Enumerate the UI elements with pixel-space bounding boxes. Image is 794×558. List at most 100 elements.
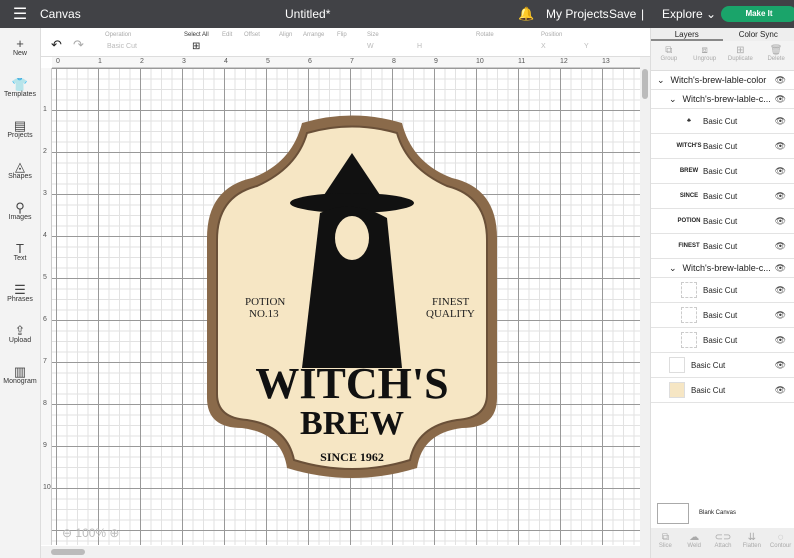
arrange-button[interactable]: Arrange (303, 32, 324, 38)
sidebar-item-upload[interactable]: ⇪Upload (0, 315, 40, 356)
save-button[interactable]: Save (609, 7, 636, 21)
ruler-tick-label: 0 (56, 58, 60, 65)
layer-thumbnail: BREW (681, 163, 697, 179)
eye-icon[interactable]: 👁 (775, 360, 786, 371)
make-it-button[interactable]: Make It (721, 6, 794, 22)
text-icon: T (0, 241, 40, 255)
eye-icon[interactable]: 👁 (775, 310, 786, 321)
sidebar-item-new[interactable]: +New (0, 28, 40, 69)
x-input[interactable]: X (541, 43, 546, 50)
ruler-tick-label: 12 (560, 58, 568, 65)
layer-group[interactable]: ⌄ Witch's-brew-lable-c... 👁 (651, 90, 794, 109)
sidebar-item-images[interactable]: ⚲Images (0, 192, 40, 233)
sidebar-item-monogram[interactable]: ▥Monogram (0, 356, 40, 397)
sidebar-item-shapes[interactable]: ◬Shapes (0, 151, 40, 192)
eye-icon[interactable]: 👁 (775, 191, 786, 202)
layer-thumbnail: SINCE (681, 188, 697, 204)
eye-icon[interactable]: 👁 (775, 385, 786, 396)
undo-icon[interactable]: ↶ (51, 37, 62, 53)
ruler-tick-label: 3 (43, 190, 47, 197)
tool-label: Slice (659, 543, 672, 549)
top-bar: ☰ Canvas Untitled* 🔔 My Projects Save | … (0, 0, 794, 28)
width-input[interactable]: W (367, 43, 374, 50)
sidebar-item-templates[interactable]: 👕Templates (0, 69, 40, 110)
eye-icon[interactable]: 👁 (775, 216, 786, 227)
edit-button[interactable]: Edit (222, 32, 232, 38)
attach-button[interactable]: ⊂⊃Attach (709, 528, 738, 558)
layer-item[interactable]: FINESTBasic Cut👁 (651, 234, 794, 259)
size-label: Size (367, 32, 379, 38)
slice-button[interactable]: ⧉Slice (651, 528, 680, 558)
eye-icon[interactable]: 👁 (775, 116, 786, 127)
contour-button[interactable]: ◌Contour (766, 528, 794, 558)
offset-button[interactable]: Offset (244, 32, 260, 38)
scroll-thumb[interactable] (51, 549, 85, 555)
duplicate-button[interactable]: ⊞Duplicate (723, 41, 759, 70)
select-all-icon[interactable]: ⊞ (192, 41, 200, 52)
bell-icon[interactable]: 🔔 (518, 6, 534, 22)
layer-item[interactable]: Basic Cut👁 (651, 378, 794, 403)
layer-item[interactable]: Basic Cut👁 (651, 328, 794, 353)
zoom-control[interactable]: ⊖ 100% ⊕ (62, 526, 119, 540)
sidebar-item-text[interactable]: TText (0, 233, 40, 274)
layer-item[interactable]: Basic Cut👁 (651, 303, 794, 328)
group-name: Witch's-brew-lable-c... (683, 94, 771, 104)
zoom-level: 100% (75, 526, 106, 540)
align-button[interactable]: Align (279, 32, 292, 38)
eye-icon[interactable]: 👁 (775, 335, 786, 346)
group-name: Witch's-brew-lable-c... (683, 263, 771, 273)
layer-thumbnail: POTION (681, 213, 697, 229)
layer-item[interactable]: Basic Cut👁 (651, 353, 794, 378)
operation-select[interactable]: Basic Cut (107, 43, 137, 50)
blank-canvas-swatch[interactable] (657, 503, 689, 524)
chevron-down-icon[interactable]: ⌄ (657, 75, 665, 86)
eye-icon[interactable]: 👁 (775, 75, 786, 86)
tab-layers[interactable]: Layers (651, 28, 723, 41)
height-input[interactable]: H (417, 43, 422, 50)
layer-item[interactable]: WITCH'SBasic Cut👁 (651, 134, 794, 159)
potion-number-text: NO.13 (249, 308, 279, 320)
ungroup-button[interactable]: ⧈Ungroup (687, 41, 723, 70)
layer-group[interactable]: ⌄ Witch's-brew-lable-c... 👁 (651, 259, 794, 278)
blank-canvas-row[interactable]: Blank Canvas (651, 498, 794, 528)
my-projects-link[interactable]: My Projects (546, 7, 609, 21)
scroll-thumb[interactable] (642, 69, 648, 99)
y-input[interactable]: Y (584, 43, 589, 50)
brew-text: BREW (300, 405, 404, 442)
group-button[interactable]: ⧉Group (651, 41, 687, 70)
eye-icon[interactable]: 👁 (775, 166, 786, 177)
eye-icon[interactable]: 👁 (775, 285, 786, 296)
eye-icon[interactable]: 👁 (775, 94, 786, 105)
horizontal-scrollbar[interactable] (41, 546, 650, 558)
select-all-button[interactable]: Select All (184, 32, 209, 38)
sidebar-item-phrases[interactable]: ☰Phrases (0, 274, 40, 315)
eye-icon[interactable]: 👁 (775, 263, 786, 274)
machine-select[interactable]: Explore ⌄ (662, 7, 716, 21)
layer-item[interactable]: Basic Cut👁 (651, 278, 794, 303)
tab-color-sync[interactable]: Color Sync (723, 28, 794, 41)
eye-icon[interactable]: 👁 (775, 241, 786, 252)
layer-group[interactable]: ⌄Witch's-brew-lable-color👁 (651, 71, 794, 90)
chevron-down-icon[interactable]: ⌄ (669, 263, 677, 274)
project-title[interactable]: Untitled* (285, 7, 330, 21)
witchs-brew-label-artwork[interactable]: POTION NO.13 FINEST QUALITY WITCH'S BREW… (52, 68, 640, 545)
chevron-down-icon[interactable]: ⌄ (669, 94, 677, 105)
layer-item[interactable]: BREWBasic Cut👁 (651, 159, 794, 184)
layer-item[interactable]: SINCEBasic Cut👁 (651, 184, 794, 209)
flatten-button[interactable]: ⇊Flatten (737, 528, 766, 558)
layer-item[interactable]: POTIONBasic Cut👁 (651, 209, 794, 234)
design-canvas[interactable]: POTION NO.13 FINEST QUALITY WITCH'S BREW… (52, 68, 640, 545)
flip-button[interactable]: Flip (337, 32, 347, 38)
vertical-ruler: 12345678910 (41, 68, 52, 545)
quality-text: QUALITY (426, 308, 475, 320)
layer-item[interactable]: ♣Basic Cut👁 (651, 109, 794, 134)
vertical-scrollbar[interactable] (640, 57, 650, 547)
eye-icon[interactable]: 👁 (775, 141, 786, 152)
machine-label: Explore (662, 7, 703, 21)
hamburger-menu-icon[interactable]: ☰ (0, 4, 40, 24)
weld-button[interactable]: ☁Weld (680, 528, 709, 558)
redo-icon[interactable]: ↷ (73, 37, 84, 53)
sidebar-item-projects[interactable]: ▤Projects (0, 110, 40, 151)
delete-button[interactable]: 🗑Delete (758, 41, 794, 70)
sidebar-item-label: New (13, 50, 27, 57)
